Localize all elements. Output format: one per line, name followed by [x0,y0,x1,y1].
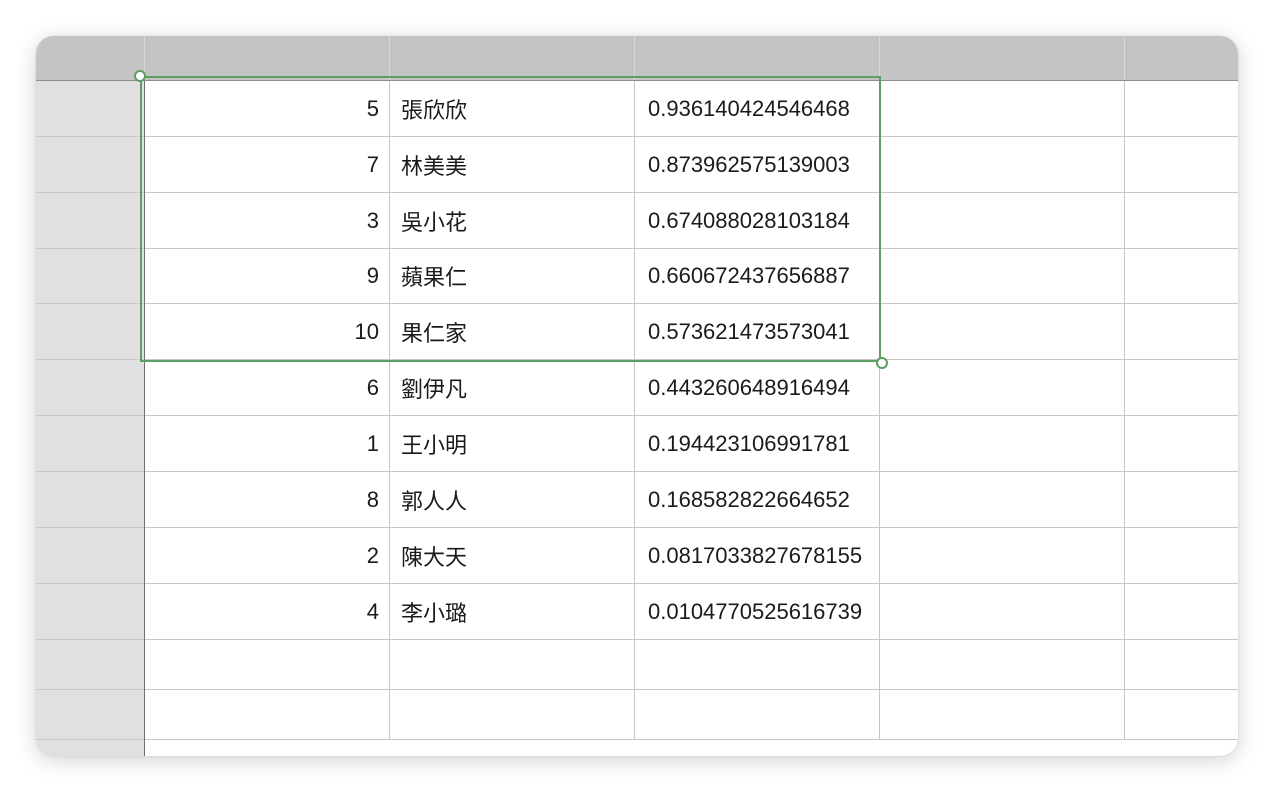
cell-name[interactable]: 蘋果仁 [390,249,635,303]
cell-id[interactable]: 6 [145,360,390,415]
cell-empty-d[interactable] [880,528,1125,583]
cell-score[interactable] [635,690,880,739]
cell-id[interactable]: 5 [145,81,390,136]
cell-id[interactable]: 9 [145,249,390,303]
cell-id[interactable]: 10 [145,304,390,359]
cell-id[interactable]: 2 [145,528,390,583]
row-header-1[interactable] [36,81,144,137]
cell-empty-e[interactable] [1125,584,1238,639]
cell-empty-d[interactable] [880,193,1125,248]
cell-name[interactable]: 陳大天 [390,528,635,583]
cell-score[interactable]: 0.873962575139003 [635,137,880,192]
cell-score[interactable]: 0.674088028103184 [635,193,880,248]
cell-name[interactable]: 吳小花 [390,193,635,248]
row-header-6[interactable] [36,360,144,416]
cell-empty-e[interactable] [1125,304,1238,359]
table-row [145,690,1238,740]
cell-score[interactable] [635,640,880,689]
cell-empty-e[interactable] [1125,640,1238,689]
cell-empty-e[interactable] [1125,81,1238,136]
cell-empty-e[interactable] [1125,690,1238,739]
cell-name[interactable]: 李小璐 [390,584,635,639]
cell-score[interactable]: 0.168582822664652 [635,472,880,527]
cell-name[interactable]: 王小明 [390,416,635,471]
table-row [145,640,1238,690]
cell-name[interactable]: 果仁家 [390,304,635,359]
cell-empty-d[interactable] [880,304,1125,359]
cell-empty-d[interactable] [880,472,1125,527]
row-header-7[interactable] [36,416,144,472]
table-row: 7 林美美 0.873962575139003 [145,137,1238,193]
table-row: 10 果仁家 0.573621473573041 [145,304,1238,360]
cell-score[interactable]: 0.936140424546468 [635,81,880,136]
cell-empty-e[interactable] [1125,528,1238,583]
cell-score[interactable]: 0.0817033827678155 [635,528,880,583]
cell-empty-d[interactable] [880,249,1125,303]
cell-empty-e[interactable] [1125,137,1238,192]
cell-score[interactable]: 0.660672437656887 [635,249,880,303]
table-row: 1 王小明 0.194423106991781 [145,416,1238,472]
column-header-bar [36,36,1238,81]
cell-id[interactable] [145,690,390,739]
row-header-bar [36,81,145,756]
cell-id[interactable]: 3 [145,193,390,248]
cell-name[interactable]: 林美美 [390,137,635,192]
column-header-d[interactable] [880,36,1125,80]
cell-name[interactable]: 郭人人 [390,472,635,527]
cell-empty-d[interactable] [880,584,1125,639]
cell-score[interactable]: 0.573621473573041 [635,304,880,359]
row-header-8[interactable] [36,472,144,528]
cell-name[interactable]: 張欣欣 [390,81,635,136]
cell-score[interactable]: 0.194423106991781 [635,416,880,471]
cell-name[interactable]: 劉伊凡 [390,360,635,415]
cell-empty-d[interactable] [880,360,1125,415]
cell-empty-d[interactable] [880,416,1125,471]
spreadsheet-window: 5 張欣欣 0.936140424546468 7 林美美 0.8739625751390… [36,36,1238,756]
table-row: 8 郭人人 0.168582822664652 [145,472,1238,528]
row-header-5[interactable] [36,304,144,360]
table-row: 2 陳大天 0.0817033827678155 [145,528,1238,584]
cell-id[interactable]: 8 [145,472,390,527]
select-all-corner[interactable] [36,36,145,80]
cell-id[interactable]: 7 [145,137,390,192]
cell-empty-d[interactable] [880,81,1125,136]
row-header-4[interactable] [36,249,144,304]
cell-id[interactable]: 4 [145,584,390,639]
table-row: 5 張欣欣 0.936140424546468 [145,81,1238,137]
table-row: 4 李小璐 0.0104770525616739 [145,584,1238,640]
cell-score[interactable]: 0.0104770525616739 [635,584,880,639]
column-header-c[interactable] [635,36,880,80]
cell-empty-e[interactable] [1125,416,1238,471]
row-header-2[interactable] [36,137,144,193]
cell-empty-e[interactable] [1125,249,1238,303]
cell-name[interactable] [390,640,635,689]
table-row: 3 吳小花 0.674088028103184 [145,193,1238,249]
cell-name[interactable] [390,690,635,739]
row-header-9[interactable] [36,528,144,584]
cell-id[interactable] [145,640,390,689]
cell-score[interactable]: 0.443260648916494 [635,360,880,415]
column-header-b[interactable] [390,36,635,80]
row-header-10[interactable] [36,584,144,640]
cell-empty-e[interactable] [1125,360,1238,415]
row-header-12[interactable] [36,690,144,740]
cell-empty-d[interactable] [880,690,1125,739]
table-row: 6 劉伊凡 0.443260648916494 [145,360,1238,416]
table-row: 9 蘋果仁 0.660672437656887 [145,249,1238,304]
selection-end-handle[interactable] [876,357,888,369]
row-header-11[interactable] [36,640,144,690]
column-header-e[interactable] [1125,36,1238,80]
selection-start-handle[interactable] [134,70,146,82]
row-header-3[interactable] [36,193,144,249]
column-header-a[interactable] [145,36,390,80]
cell-empty-d[interactable] [880,137,1125,192]
cell-id[interactable]: 1 [145,416,390,471]
cell-empty-e[interactable] [1125,193,1238,248]
cell-empty-e[interactable] [1125,472,1238,527]
cell-empty-d[interactable] [880,640,1125,689]
